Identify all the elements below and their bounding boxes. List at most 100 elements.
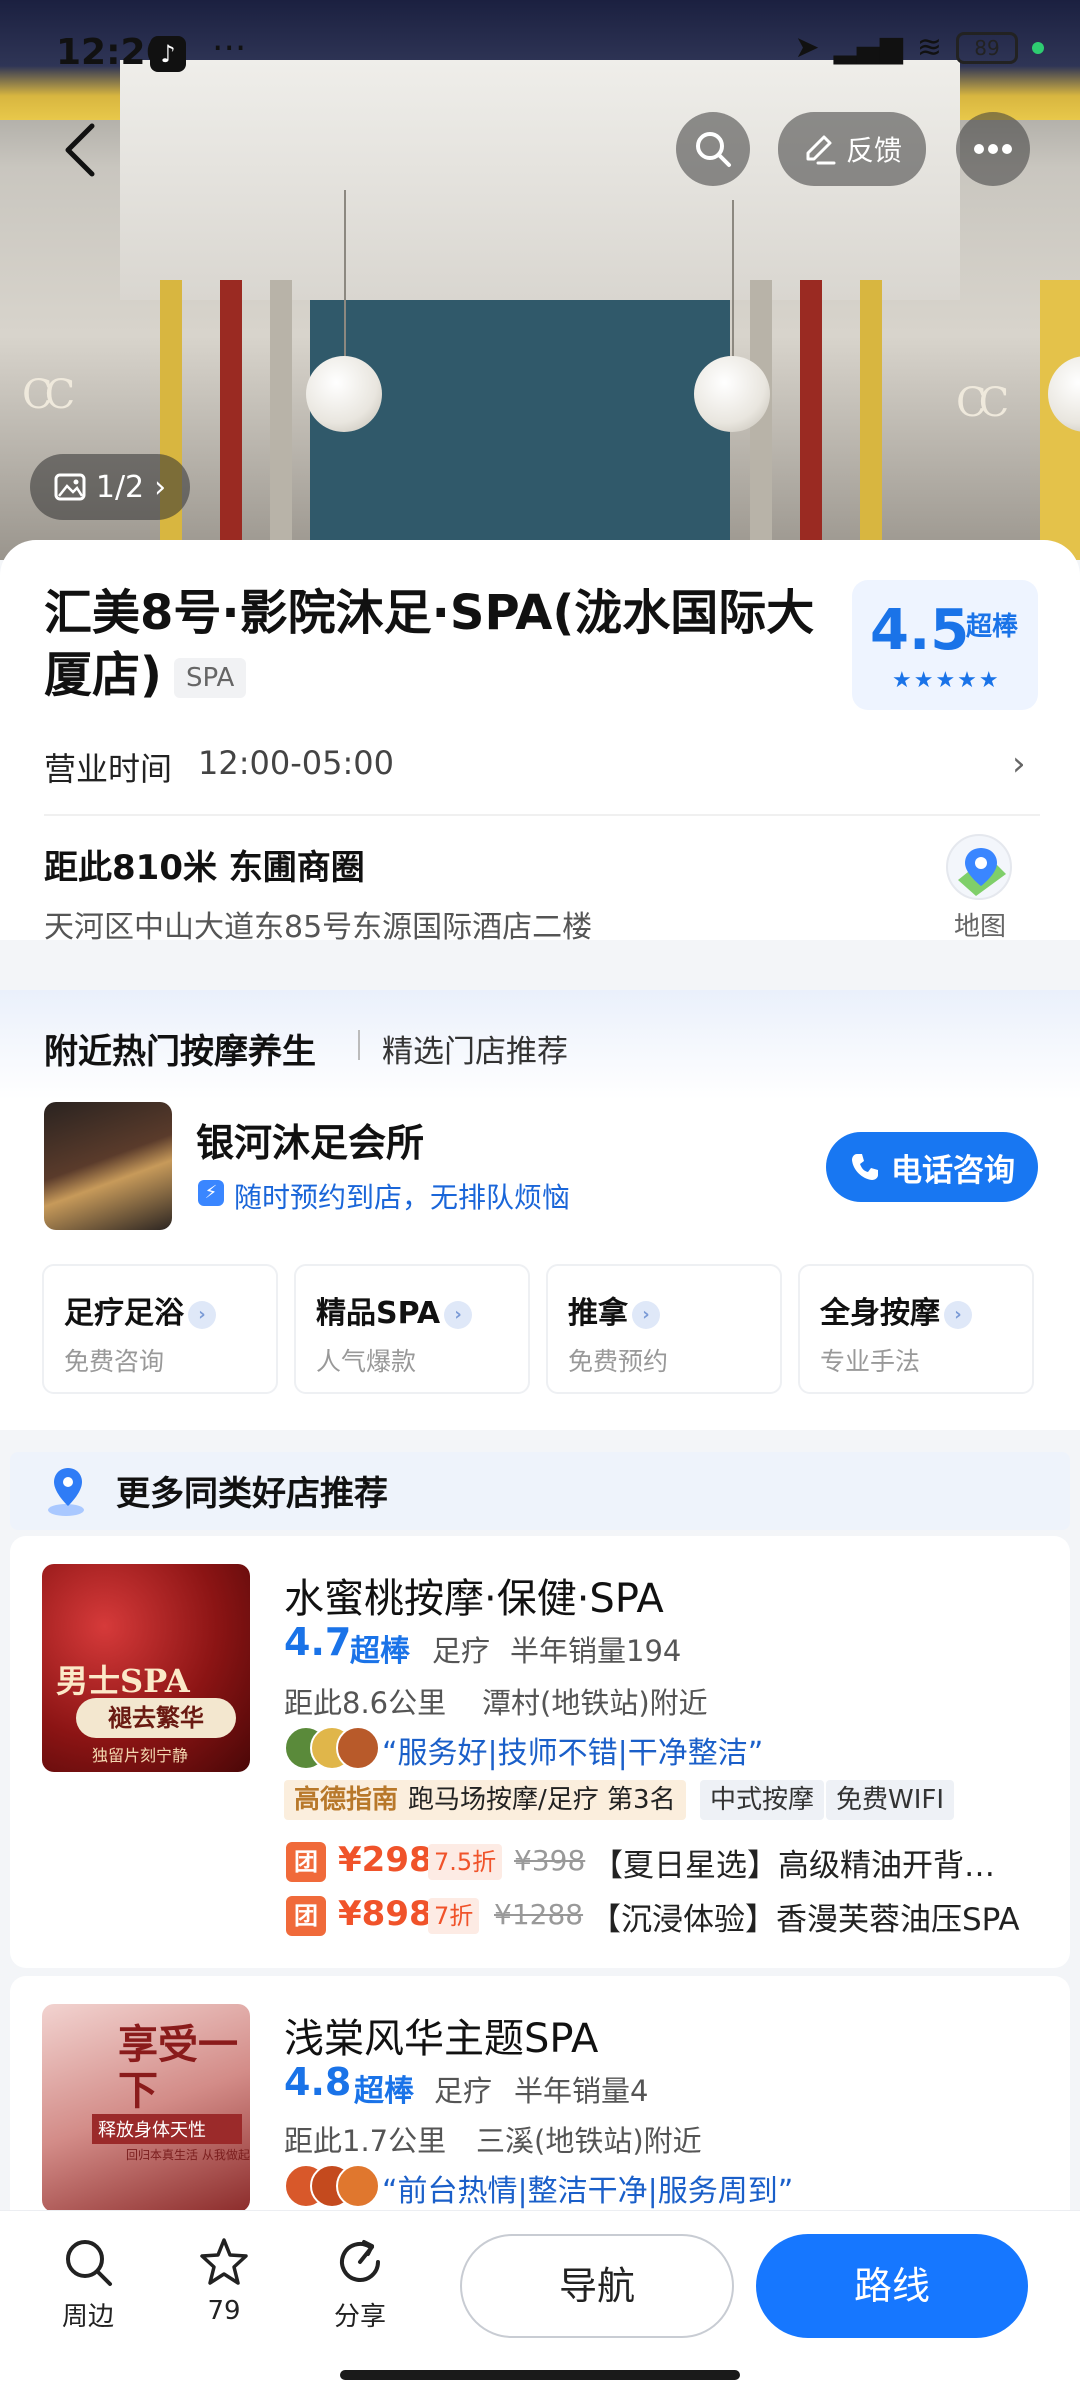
hero-stripe [220, 280, 242, 560]
service-title: 全身按摩 [820, 1296, 940, 1331]
search-icon [66, 2240, 112, 2286]
feedback-label: 反馈 [845, 134, 902, 167]
rating-word: 超棒 [966, 612, 1019, 642]
deal-original-price: ¥1288 [494, 1898, 584, 1931]
nearby-button[interactable]: 周边 [38, 2236, 138, 2333]
favorite-button[interactable]: 79 [174, 2236, 274, 2326]
service-card-body[interactable]: 全身按摩 › 专业手法 [798, 1264, 1034, 1394]
hero-lamp [306, 356, 382, 432]
tiktok-icon: ♪ [150, 36, 186, 72]
nearby-subtitle: 精选门店推荐 [382, 1034, 568, 1070]
deal-title: 【沉浸体验】香漫芙蓉油压SPA [590, 1902, 1020, 1938]
deal-price: ¥898 [338, 1894, 433, 1934]
reviewer-avatars [284, 1726, 380, 1770]
nearby-label: 周边 [61, 2302, 114, 2332]
more-menu-button[interactable] [956, 112, 1030, 186]
photo-counter[interactable]: 1/2 › [30, 454, 190, 520]
shop-name[interactable]: 浅棠风华主题SPA [284, 2006, 598, 2064]
chevron-right-icon: › [188, 1300, 216, 1329]
shop-image[interactable]: 男士SPA 褪去繁华 独留片刻宁静 [42, 1564, 250, 1772]
divider [358, 1030, 360, 1060]
shop-score-word: 超棒 [354, 2074, 414, 2109]
shop-image-caption: 褪去繁华 [76, 1698, 236, 1738]
shop-category: 足疗 [434, 2074, 493, 2108]
shop-image-caption: 回归本真生活 从我做起 [126, 2148, 250, 2162]
location-pin-icon [48, 1468, 84, 1516]
feature-chip: 免费WIFI [826, 1780, 954, 1820]
shop-area: 潭村(地铁站)附近 [482, 1686, 708, 1720]
search-icon [696, 132, 731, 167]
rating-box[interactable]: 4.5 超棒 ★★★★★ [852, 580, 1038, 710]
photo-counter-text: 1/2 [95, 469, 145, 505]
home-indicator[interactable] [340, 2370, 740, 2380]
hours-value[interactable]: 12:00-05:00 [198, 744, 394, 782]
map-button[interactable] [946, 834, 1012, 900]
lamp-cord [732, 200, 734, 360]
service-card-foot[interactable]: 足疗足浴 › 免费咨询 [42, 1264, 278, 1394]
nearby-shop-image[interactable] [44, 1102, 172, 1230]
shop-image[interactable]: 享受一下 释放身体天性 回归本真生活 从我做起 [42, 2004, 250, 2212]
shop-image-caption: 独留片刻宁静 [92, 1746, 189, 1765]
review-quote[interactable]: “前台热情|整洁干净|服务周到” [382, 2166, 793, 2210]
service-title: 推拿 [568, 1296, 628, 1331]
reviewer-avatars [284, 2164, 380, 2208]
distance-text: 距此810米 东圃商圈 [44, 848, 365, 888]
more-notifications-icon: ··· [212, 28, 247, 69]
service-sub: 免费预约 [568, 1347, 669, 1376]
deal-price: ¥298 [338, 1840, 433, 1880]
phone-consult-button[interactable]: 电话咨询 [826, 1132, 1038, 1202]
location-arrow-icon: ➤ [794, 30, 820, 65]
feedback-button[interactable]: 反馈 [778, 112, 926, 186]
address-text[interactable]: 天河区中山大道东85号东源国际酒店二楼 [44, 902, 592, 946]
edit-icon [806, 135, 836, 165]
navigate-button[interactable]: 导航 [460, 2234, 734, 2338]
shop-distance: 距此1.7公里 [284, 2124, 447, 2158]
back-arrow-icon[interactable] [60, 122, 100, 178]
lamp-cord [344, 190, 346, 360]
category-tag: SPA [173, 658, 247, 698]
chevron-right-icon[interactable]: › [1012, 744, 1026, 784]
place-title: 汇美8号·影院沐足·SPA(泷水国际大厦店) SPA [44, 582, 844, 706]
status-bar: 12:26 ♪ ··· ➤ ▂▄▆ ≋ 89 [0, 0, 1080, 110]
nearby-shop-desc: 随时预约到店，无排队烦恼 [234, 1181, 571, 1214]
more-dots-icon [974, 144, 1012, 154]
shop-score-word: 超棒 [350, 1634, 410, 1669]
nearby-title: 附近热门按摩养生 [44, 1032, 316, 1072]
favorite-count: 79 [207, 2296, 241, 2326]
route-button[interactable]: 路线 [756, 2234, 1028, 2338]
search-button[interactable] [676, 112, 750, 186]
rating-stars: ★★★★★ [892, 668, 1001, 693]
chevron-right-icon: › [944, 1300, 972, 1329]
hero-wall [310, 300, 730, 560]
gaode-ranking[interactable]: 高德指南 跑马场按摩/足疗 第3名 [284, 1780, 686, 1820]
nearby-shop-name[interactable]: 银河沐足会所 [196, 1112, 424, 1167]
chevron-right-icon: › [632, 1300, 660, 1329]
shop-score: 4.8 [284, 2060, 352, 2104]
privacy-indicator [1032, 41, 1044, 54]
wifi-icon: ≋ [916, 30, 942, 65]
share-button[interactable]: 分享 [310, 2236, 410, 2333]
hero-stripe [270, 280, 292, 560]
service-card-spa[interactable]: 精品SPA › 人气爆款 [294, 1264, 530, 1394]
shop-name[interactable]: 水蜜桃按摩·保健·SPA [284, 1566, 664, 1624]
feature-chip: 中式按摩 [700, 1780, 825, 1820]
star-icon [200, 2238, 248, 2285]
hero-stripe [800, 280, 822, 560]
service-sub: 人气爆款 [316, 1347, 417, 1376]
shop-distance: 距此8.6公里 [284, 1686, 447, 1720]
lightning-badge-icon: ⚡ [198, 1180, 224, 1206]
map-label[interactable]: 地图 [954, 906, 1006, 943]
service-card-massage[interactable]: 推拿 › 免费预约 [546, 1264, 782, 1394]
hero-wall-logo: CC [22, 372, 75, 418]
shop-category: 足疗 [432, 1634, 491, 1668]
deal-discount: 7.5折 [428, 1844, 503, 1880]
service-sub: 免费咨询 [64, 1347, 165, 1376]
map-pin-icon [958, 848, 1006, 896]
shop-area: 三溪(地铁站)附近 [476, 2124, 702, 2158]
battery-icon: 89 [956, 31, 1018, 64]
rating-score: 4.5 [870, 598, 970, 663]
phone-consult-label: 电话咨询 [891, 1152, 1015, 1189]
shop-score: 4.7 [284, 1620, 352, 1664]
more-shops-title: 更多同类好店推荐 [116, 1474, 388, 1514]
review-quote[interactable]: “服务好|技师不错|干净整洁” [382, 1728, 763, 1772]
